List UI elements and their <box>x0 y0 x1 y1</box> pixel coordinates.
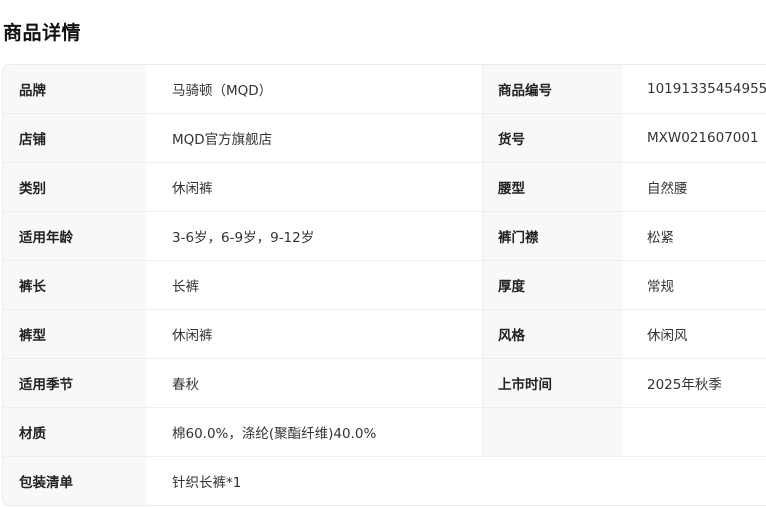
spec-row: 品牌 马骑顿（MQD） 商品编号 10191335454955 <box>3 65 766 114</box>
spec-label: 腰型 <box>482 163 623 211</box>
spec-row: 店铺 MQD官方旗舰店 货号 MXW021607001 <box>3 114 766 163</box>
spec-value: 针织长裤*1 <box>172 475 242 491</box>
spec-row: 适用年龄 3-6岁，6-9岁，9-12岁 裤门襟 松紧 <box>3 212 766 261</box>
spec-value: 休闲裤 <box>172 328 213 344</box>
spec-value: 松紧 <box>647 230 674 246</box>
spec-label: 裤型 <box>3 310 146 358</box>
spec-value: 长裤 <box>172 279 199 295</box>
spec-label: 品牌 <box>3 65 146 113</box>
spec-label: 类别 <box>3 163 146 211</box>
spec-label: 包装清单 <box>3 457 146 505</box>
spec-label: 裤门襟 <box>482 212 623 260</box>
spec-label: 适用年龄 <box>3 212 146 260</box>
page-title: 商品详情 <box>3 22 82 44</box>
spec-value: 春秋 <box>172 377 199 393</box>
spec-row: 适用季节 春秋 上市时间 2025年秋季 <box>3 359 766 408</box>
spec-label: 风格 <box>482 310 623 358</box>
spec-value: 2025年秋季 <box>647 377 722 393</box>
spec-label: 商品编号 <box>482 65 623 113</box>
spec-value: MXW021607001 <box>647 130 759 146</box>
spec-value: 休闲裤 <box>172 181 213 197</box>
spec-value: 3-6岁，6-9岁，9-12岁 <box>172 230 315 246</box>
spec-label: 材质 <box>3 408 146 456</box>
spec-value: MQD官方旗舰店 <box>172 132 273 148</box>
spec-label: 上市时间 <box>482 359 623 407</box>
spec-value: 自然腰 <box>647 181 688 197</box>
spec-row: 类别 休闲裤 腰型 自然腰 <box>3 163 766 212</box>
spec-label: 店铺 <box>3 114 146 162</box>
spec-label: 货号 <box>482 114 623 162</box>
spec-row: 裤型 休闲裤 风格 休闲风 <box>3 310 766 359</box>
spec-value: 休闲风 <box>647 328 688 344</box>
spec-value: 马骑顿（MQD） <box>172 83 273 99</box>
product-spec-table: 品牌 马骑顿（MQD） 商品编号 10191335454955 店铺 MQD官方… <box>2 64 766 506</box>
spec-empty-cell <box>482 408 623 456</box>
spec-label: 适用季节 <box>3 359 146 407</box>
spec-value: 10191335454955 <box>647 81 766 97</box>
spec-empty-cell <box>623 408 766 456</box>
spec-label: 裤长 <box>3 261 146 309</box>
spec-row: 材质 棉60.0%，涤纶(聚酯纤维)40.0% <box>3 408 766 457</box>
spec-row: 裤长 长裤 厚度 常规 <box>3 261 766 310</box>
spec-value: 常规 <box>647 279 674 295</box>
spec-value: 棉60.0%，涤纶(聚酯纤维)40.0% <box>172 426 377 442</box>
spec-label: 厚度 <box>482 261 623 309</box>
spec-row: 包装清单 针织长裤*1 <box>3 457 766 505</box>
